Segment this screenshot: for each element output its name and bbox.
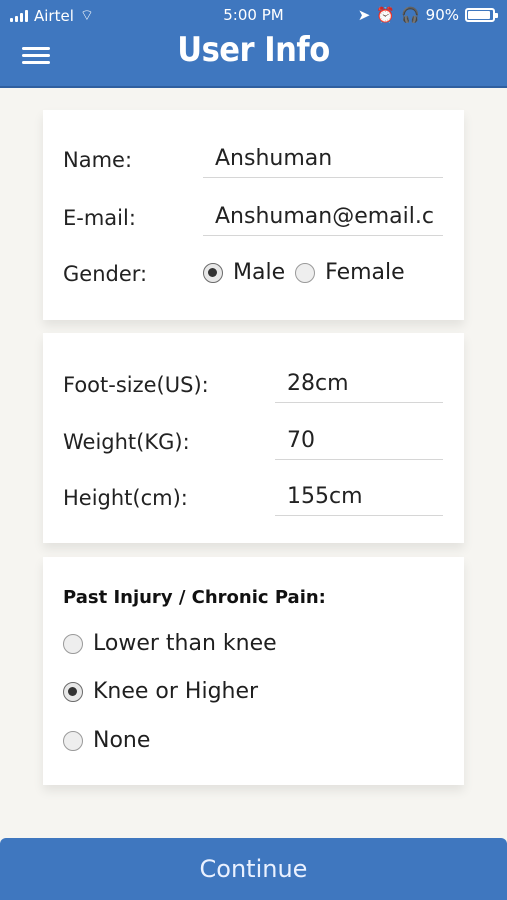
top-bar: Airtel ⌔ 5:00 PM ➤ ⏰ 🎧 90% User Info bbox=[0, 0, 507, 88]
weight-field[interactable]: 70 bbox=[275, 426, 443, 460]
battery-percent: 90% bbox=[425, 6, 459, 24]
none-label: None bbox=[93, 728, 151, 753]
injury-card: Past Injury / Chronic Pain: Lower than k… bbox=[43, 557, 464, 785]
height-label: Height(cm): bbox=[63, 486, 188, 510]
status-bar: Airtel ⌔ 5:00 PM ➤ ⏰ 🎧 90% bbox=[0, 0, 507, 30]
name-field[interactable]: Anshuman bbox=[203, 144, 443, 178]
injury-title: Past Injury / Chronic Pain: bbox=[63, 587, 326, 608]
male-label: Male bbox=[233, 260, 286, 285]
injury-option-knee-or-higher[interactable]: Knee or Higher bbox=[63, 679, 258, 704]
page-title: User Info bbox=[177, 30, 330, 70]
alarm-icon: ⏰ bbox=[376, 6, 395, 24]
personal-info-card: Name: Anshuman E-mail: Anshuman@email.c … bbox=[43, 110, 464, 320]
injury-option-lower-than-knee[interactable]: Lower than knee bbox=[63, 631, 277, 656]
height-field[interactable]: 155cm bbox=[275, 482, 443, 516]
email-field[interactable]: Anshuman@email.c bbox=[203, 202, 443, 236]
battery-icon bbox=[465, 8, 498, 22]
location-icon: ➤ bbox=[357, 6, 371, 24]
gender-label: Gender: bbox=[63, 262, 148, 286]
foot-size-label: Foot-size(US): bbox=[63, 373, 209, 397]
foot-size-field[interactable]: 28cm bbox=[275, 369, 443, 403]
headphones-icon: 🎧 bbox=[400, 6, 420, 24]
gender-radio-group: Male Female bbox=[203, 260, 405, 285]
male-radio[interactable] bbox=[203, 262, 223, 283]
weight-label: Weight(KG): bbox=[63, 430, 190, 454]
lower-than-knee-label: Lower than knee bbox=[93, 631, 277, 656]
status-right: ➤ ⏰ 🎧 90% bbox=[357, 6, 498, 24]
injury-option-none[interactable]: None bbox=[63, 728, 150, 753]
continue-button[interactable]: Continue bbox=[0, 838, 507, 900]
knee-or-higher-radio[interactable] bbox=[63, 681, 83, 702]
female-label: Female bbox=[325, 260, 405, 285]
email-label: E-mail: bbox=[63, 206, 136, 230]
none-radio[interactable] bbox=[63, 730, 83, 751]
lower-than-knee-radio[interactable] bbox=[63, 633, 83, 654]
measurements-card: Foot-size(US): 28cm Weight(KG): 70 Heigh… bbox=[43, 333, 464, 543]
name-label: Name: bbox=[63, 148, 133, 172]
knee-or-higher-label: Knee or Higher bbox=[93, 679, 259, 704]
female-radio[interactable] bbox=[295, 262, 316, 283]
